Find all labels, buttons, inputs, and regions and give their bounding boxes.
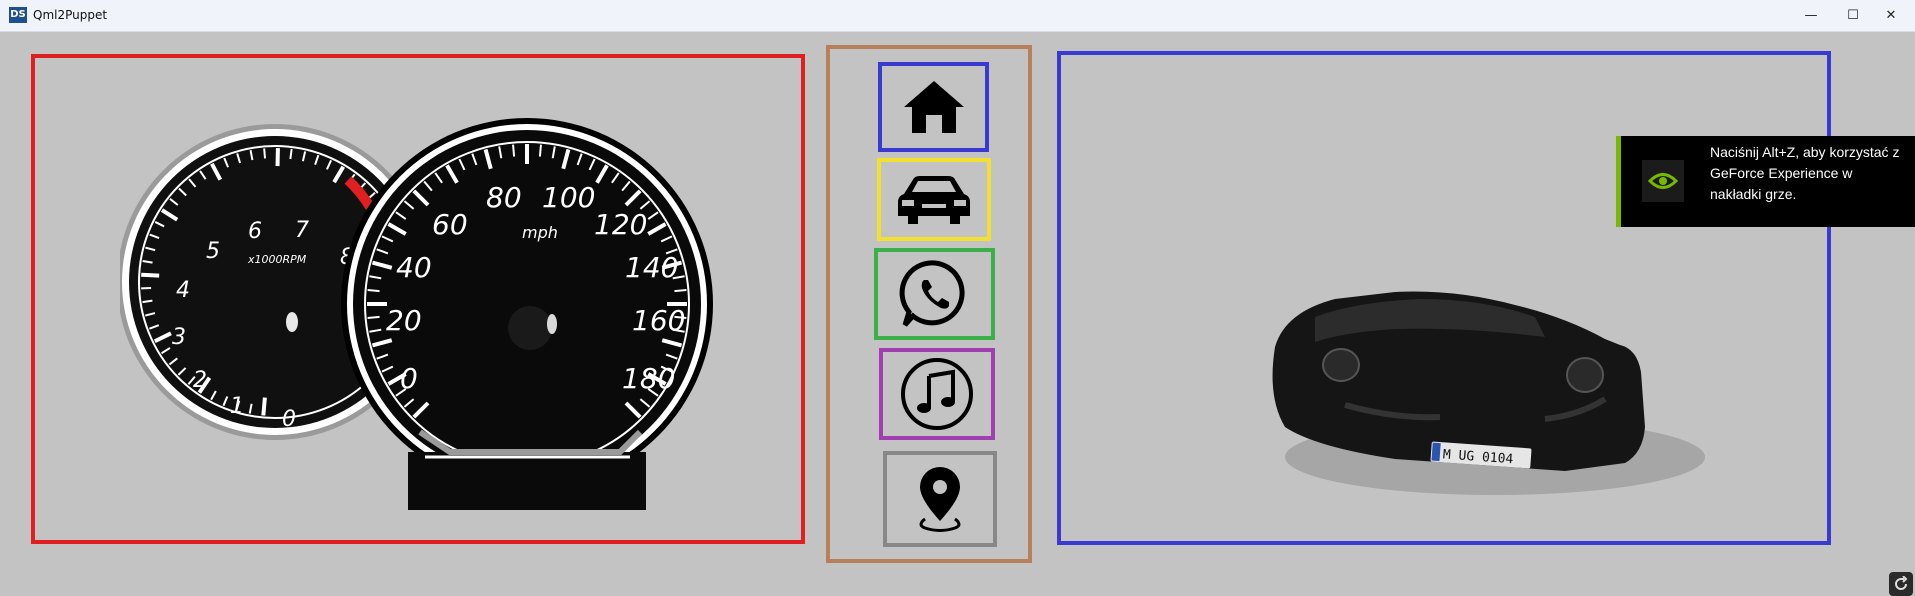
car-3d-model: M UG 0104 [1245, 287, 1725, 547]
speed-label-20: 20 [386, 304, 422, 337]
whatsapp-phone-icon [899, 258, 971, 330]
app-icon: DS [9, 7, 27, 23]
music-button[interactable] [879, 348, 995, 440]
map-pin-icon [913, 465, 967, 533]
close-button[interactable]: ✕ [1868, 0, 1914, 31]
speed-tick [368, 290, 380, 291]
speed-label-0: 0 [400, 362, 418, 395]
speed-label-180: 180 [622, 362, 675, 395]
title-bar: DS Qml2Puppet — ☐ ✕ [0, 0, 1915, 32]
speed-label-160: 160 [632, 304, 685, 337]
tach-unit: x1000RPM [247, 253, 307, 266]
tach-tick [290, 149, 291, 159]
speed-pivot [547, 314, 557, 334]
speed-tick [540, 145, 541, 157]
tach-label-5: 5 [206, 239, 220, 264]
speed-label-140: 140 [625, 251, 678, 284]
speed-unit: mph [522, 223, 558, 242]
speed-tick [368, 317, 380, 318]
home-icon [902, 79, 966, 135]
speed-label-120: 120 [594, 208, 647, 241]
tach-label-3: 3 [172, 325, 186, 350]
tach-tick [263, 398, 265, 416]
speedometer: 0 20 40 60 80 100 120 140 160 180 mph [341, 118, 713, 510]
tach-label-7: 7 [295, 218, 309, 243]
tach-label-1: 1 [230, 394, 244, 419]
app-canvas: 0 1 2 3 4 5 6 7 8 x1000RPM 0 20 40 60 [0, 32, 1915, 571]
speed-label-40: 40 [396, 251, 432, 284]
tach-label-4: 4 [176, 278, 190, 303]
window-title: Qml2Puppet [33, 8, 107, 22]
home-button[interactable] [878, 62, 989, 152]
tach-label-2: 2 [193, 368, 207, 393]
tach-tick [264, 148, 265, 158]
speed-label-60: 60 [432, 208, 468, 241]
nvidia-eye-icon [1642, 160, 1684, 202]
car-icon [896, 174, 972, 226]
music-note-icon [899, 356, 975, 432]
refresh-icon[interactable] [1889, 572, 1913, 596]
tach-tick [141, 275, 159, 276]
phone-button[interactable] [874, 248, 995, 340]
geforce-overlay-notification: Naciśnij Alt+Z, aby korzystać z GeForce … [1616, 136, 1915, 227]
speed-tick [513, 145, 514, 157]
navigation-button[interactable] [883, 451, 997, 547]
overlay-accent-bar [1616, 136, 1621, 227]
overlay-message: Naciśnij Alt+Z, aby korzystać z GeForce … [1710, 142, 1900, 205]
gauge-cluster: 0 1 2 3 4 5 6 7 8 x1000RPM 0 20 40 60 [120, 112, 740, 512]
speed-tick [674, 290, 686, 291]
car-button[interactable] [877, 158, 991, 241]
speed-label-100: 100 [542, 181, 595, 214]
tach-label-0: 0 [282, 407, 296, 432]
tach-pivot [286, 312, 298, 332]
speed-label-80: 80 [486, 181, 522, 214]
minimize-button[interactable]: — [1788, 0, 1834, 31]
tach-label-6: 6 [248, 219, 262, 244]
